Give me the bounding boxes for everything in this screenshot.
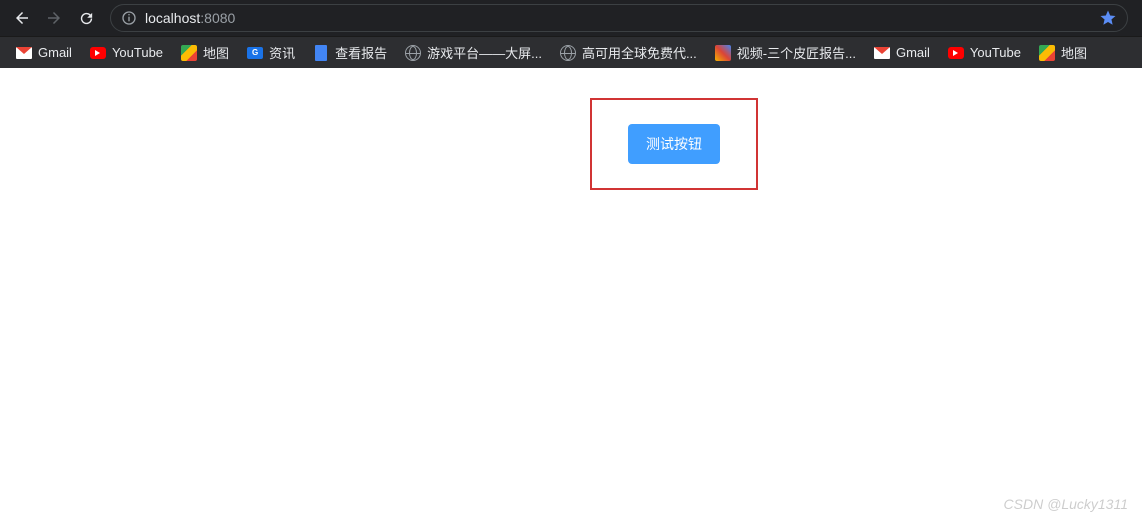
bookmark-item[interactable]: 地图 [173, 39, 237, 66]
map-icon [181, 45, 197, 61]
bookmark-label: 视频-三个皮匠报告... [737, 43, 856, 62]
browser-toolbar: localhost:8080 [0, 0, 1142, 36]
youtube-icon [90, 45, 106, 61]
bookmark-item[interactable]: 游戏平台——大屏... [397, 39, 550, 66]
url-port: :8080 [200, 10, 235, 26]
bookmarks-bar: Gmail YouTube 地图 G 资讯 查看报告 游戏平台——大屏... 高可用全球免费代… [0, 36, 1142, 68]
bookmark-item[interactable]: 视频-三个皮匠报告... [707, 39, 864, 66]
url-host: localhost [145, 10, 200, 26]
map-icon [1039, 45, 1055, 61]
bookmark-item[interactable]: 查看报告 [305, 39, 395, 66]
bookmark-label: 游戏平台——大屏... [427, 43, 542, 62]
globe-icon [405, 45, 421, 61]
reload-button[interactable] [72, 4, 100, 32]
bookmark-label: 查看报告 [335, 43, 387, 62]
bookmark-item[interactable]: Gmail [8, 41, 80, 65]
img-icon [715, 45, 731, 61]
bookmark-item[interactable]: YouTube [940, 41, 1029, 65]
bookmark-label: YouTube [970, 45, 1021, 60]
site-info-icon[interactable] [121, 10, 137, 26]
youtube-icon [948, 45, 964, 61]
bookmark-item[interactable]: Gmail [866, 41, 938, 65]
bookmark-item[interactable]: 高可用全球免费代... [552, 39, 705, 66]
bookmark-label: Gmail [38, 45, 72, 60]
address-bar[interactable]: localhost:8080 [110, 4, 1128, 32]
bookmark-item[interactable]: YouTube [82, 41, 171, 65]
bookmark-label: Gmail [896, 45, 930, 60]
bookmark-label: 资讯 [269, 43, 295, 62]
bookmark-label: 地图 [1061, 43, 1087, 62]
back-button[interactable] [8, 4, 36, 32]
globe-icon [560, 45, 576, 61]
test-button[interactable]: 测试按钮 [628, 124, 720, 164]
bookmark-item[interactable]: 地图 [1031, 39, 1095, 66]
bookmark-label: 高可用全球免费代... [582, 43, 697, 62]
bookmark-item[interactable]: G 资讯 [239, 39, 303, 66]
watermark-text: CSDN @Lucky1311 [1004, 496, 1128, 512]
gmail-icon [874, 45, 890, 61]
bookmark-label: YouTube [112, 45, 163, 60]
page-content: 测试按钮 CSDN @Lucky1311 [0, 68, 1142, 518]
url-text: localhost:8080 [145, 10, 235, 26]
gmail-icon [16, 45, 32, 61]
news-icon: G [247, 45, 263, 61]
bookmark-label: 地图 [203, 43, 229, 62]
doc-icon [313, 45, 329, 61]
forward-button[interactable] [40, 4, 68, 32]
highlight-box: 测试按钮 [590, 98, 758, 190]
bookmark-star-icon[interactable] [1099, 9, 1117, 27]
